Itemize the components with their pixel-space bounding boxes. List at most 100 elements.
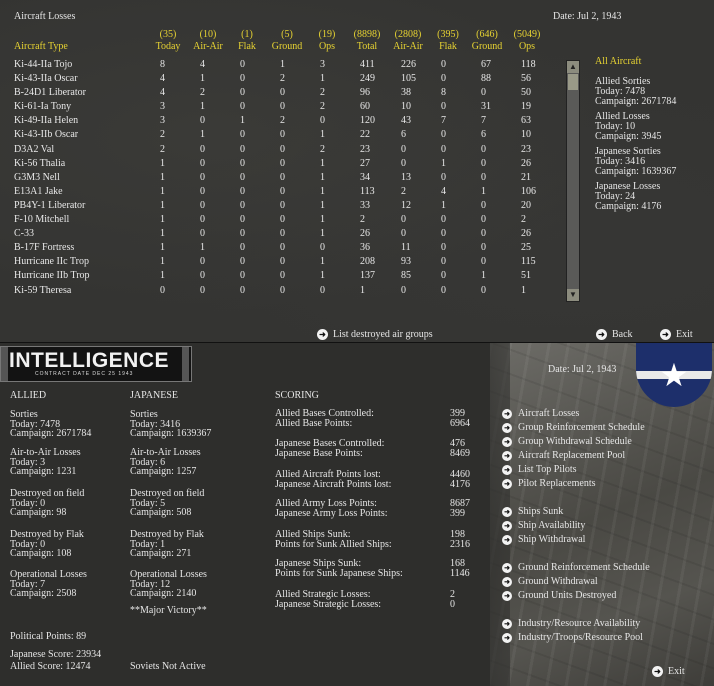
table-cell: 0 xyxy=(481,214,486,226)
scoring-value: 6964 xyxy=(450,418,470,429)
menu-item-ground-reinforcement-schedule[interactable]: ➜ Ground Reinforcement Schedule xyxy=(502,562,650,573)
allied-losses-campaign: Campaign: 3945 xyxy=(595,131,662,142)
scoring-value: 0 xyxy=(450,599,455,610)
menu-item-aircraft-losses[interactable]: ➜ Aircraft Losses xyxy=(502,408,579,419)
aircraft-name-cell: G3M3 Nell xyxy=(14,171,60,183)
table-row[interactable]: Ki-59 Theresa 0 0 0 0 0 1 0 0 0 1 xyxy=(14,284,561,298)
menu-item-ground-units-destroyed[interactable]: ➜ Ground Units Destroyed xyxy=(502,590,616,601)
table-cell: 1 xyxy=(160,242,165,254)
menu-item-group-withdrawal-schedule[interactable]: ➜ Group Withdrawal Schedule xyxy=(502,436,632,447)
table-cell: 0 xyxy=(401,284,406,296)
table-row[interactable]: Ki-44-IIa Tojo 8 4 0 1 3 411 226 0 67 118 xyxy=(14,58,561,72)
menu-item-industry-resource-availability[interactable]: ➜ Industry/Resource Availability xyxy=(502,618,640,629)
scroll-thumb[interactable] xyxy=(568,74,578,90)
table-cell: 0 xyxy=(160,284,165,296)
table-row[interactable]: Hurricane IIc Trop 1 0 0 0 1 208 93 0 0 115 xyxy=(14,255,561,269)
table-cell: 1 xyxy=(320,199,325,211)
column-header[interactable]: Flak xyxy=(225,41,269,52)
table-cell: 118 xyxy=(521,59,536,70)
column-header[interactable]: Total xyxy=(345,41,389,52)
menu-item-ground-withdrawal[interactable]: ➜ Ground Withdrawal xyxy=(502,576,598,587)
table-cell: 50 xyxy=(521,87,531,99)
scroll-up-arrow-icon[interactable]: ▲ xyxy=(567,61,579,73)
column-header[interactable]: Ground xyxy=(465,41,509,52)
table-cell: 0 xyxy=(280,214,285,226)
table-row[interactable]: Ki-49-IIa Helen 3 0 1 2 0 120 43 7 7 63 xyxy=(14,114,561,128)
column-header[interactable]: Air-Air xyxy=(186,41,230,52)
menu-item-aircraft-replacement-pool[interactable]: ➜ Aircraft Replacement Pool xyxy=(502,450,625,461)
panel-title: Aircraft Losses xyxy=(14,11,76,22)
aircraft-name-cell: Ki-43-IIa Oscar xyxy=(14,73,78,85)
table-cell: 1 xyxy=(160,157,165,169)
menu-item-label: List Top Pilots xyxy=(518,464,577,475)
menu-item-pilot-replacements[interactable]: ➜ Pilot Replacements xyxy=(502,478,596,489)
table-row[interactable]: Hurricane IIb Trop 1 0 0 0 1 137 85 0 1 51 xyxy=(14,269,561,283)
table-cell: 6 xyxy=(481,129,486,141)
menu-item-list-top-pilots[interactable]: ➜ List Top Pilots xyxy=(502,464,577,475)
table-cell: 56 xyxy=(521,73,531,85)
table-row[interactable]: Ki-43-IIa Oscar 4 1 0 2 1 249 105 0 88 56 xyxy=(14,72,561,86)
menu-item-industry-troops-resource-pool[interactable]: ➜ Industry/Troops/Resource Pool xyxy=(502,632,643,643)
menu-item-ship-withdrawal[interactable]: ➜ Ship Withdrawal xyxy=(502,534,585,545)
table-row[interactable]: F-10 Mitchell 1 0 0 0 1 2 0 0 0 2 xyxy=(14,213,561,227)
table-row[interactable]: PB4Y-1 Liberator 1 0 0 0 1 33 12 1 0 20 xyxy=(14,199,561,213)
table-cell: 31 xyxy=(481,101,491,113)
column-total: (5049) xyxy=(513,29,541,40)
menu-item-label: Ship Withdrawal xyxy=(518,534,586,545)
column-total: (1) xyxy=(241,29,253,40)
table-cell: 0 xyxy=(240,101,245,113)
table-row[interactable]: B-17F Fortress 1 1 0 0 0 36 11 0 0 25 xyxy=(14,241,561,255)
table-row[interactable]: D3A2 Val 2 0 0 0 2 23 0 0 0 23 xyxy=(14,143,561,157)
scroll-down-arrow-icon[interactable]: ▼ xyxy=(567,289,579,301)
table-cell: 1 xyxy=(320,228,325,240)
menu-item-ships-sunk[interactable]: ➜ Ships Sunk xyxy=(502,506,563,517)
table-cell: 2 xyxy=(280,115,285,127)
aircraft-name-cell: Ki-43-IIb Oscar xyxy=(14,129,79,141)
menu-item-label: Ships Sunk xyxy=(518,506,564,517)
table-cell: 0 xyxy=(200,199,205,211)
arrow-right-icon: ➜ xyxy=(502,408,512,419)
table-row[interactable]: C-33 1 0 0 0 1 26 0 0 0 26 xyxy=(14,227,561,241)
menu-item-group-reinforcement-schedule[interactable]: ➜ Group Reinforcement Schedule xyxy=(502,422,645,433)
table-cell: 26 xyxy=(360,228,370,240)
table-cell: 1 xyxy=(200,242,205,254)
scrollbar[interactable]: ▲ ▼ xyxy=(566,60,580,302)
table-row[interactable]: G3M3 Nell 1 0 0 0 1 34 13 0 0 21 xyxy=(14,171,561,185)
victory-status: **Major Victory** xyxy=(130,605,207,616)
table-cell: 0 xyxy=(280,242,285,254)
column-header[interactable]: Ground xyxy=(265,41,309,52)
aircraft-type-header[interactable]: Aircraft Type xyxy=(14,41,68,52)
table-cell: 0 xyxy=(441,143,446,155)
back-button[interactable]: ➜ Back xyxy=(596,329,633,340)
table-cell: 0 xyxy=(280,270,285,282)
scoring-value: 8469 xyxy=(450,448,470,459)
table-cell: 1 xyxy=(160,185,165,197)
table-row[interactable]: B-24D1 Liberator 4 2 0 0 2 96 38 8 0 50 xyxy=(14,86,561,100)
column-header[interactable]: Ops xyxy=(505,41,549,52)
column-header[interactable]: Today xyxy=(146,41,190,52)
intel-exit-button[interactable]: ➜ Exit xyxy=(652,666,685,677)
column-header[interactable]: Air-Air xyxy=(386,41,430,52)
exit-button[interactable]: ➜ Exit xyxy=(660,329,693,340)
table-cell: 1 xyxy=(160,171,165,183)
table-cell: 0 xyxy=(320,115,325,127)
list-destroyed-air-groups-button[interactable]: ➜ List destroyed air groups xyxy=(317,329,433,340)
table-cell: 3 xyxy=(320,59,325,70)
menu-item-ship-availability[interactable]: ➜ Ship Availability xyxy=(502,520,585,531)
column-header[interactable]: Flak xyxy=(426,41,470,52)
column-header[interactable]: Ops xyxy=(305,41,349,52)
table-cell: 13 xyxy=(401,171,411,183)
table-row[interactable]: E13A1 Jake 1 0 0 0 1 113 2 4 1 106 xyxy=(14,185,561,199)
table-cell: 0 xyxy=(320,284,325,296)
intel-exit-label: Exit xyxy=(668,666,685,677)
all-aircraft-filter[interactable]: All Aircraft xyxy=(595,57,641,67)
table-row[interactable]: Ki-56 Thalia 1 0 0 0 1 27 0 1 0 26 xyxy=(14,157,561,171)
table-cell: 0 xyxy=(280,101,285,113)
table-cell: 26 xyxy=(521,157,531,169)
table-cell: 0 xyxy=(240,199,245,211)
table-row[interactable]: Ki-43-IIb Oscar 2 1 0 0 1 22 6 0 6 10 xyxy=(14,128,561,142)
aircraft-losses-panel: Aircraft Losses Date: Jul 2, 1943 Aircra… xyxy=(0,0,714,343)
table-cell: 60 xyxy=(360,101,370,113)
arrow-right-icon: ➜ xyxy=(502,436,512,447)
table-row[interactable]: Ki-61-Ia Tony 3 1 0 0 2 60 10 0 31 19 xyxy=(14,100,561,114)
